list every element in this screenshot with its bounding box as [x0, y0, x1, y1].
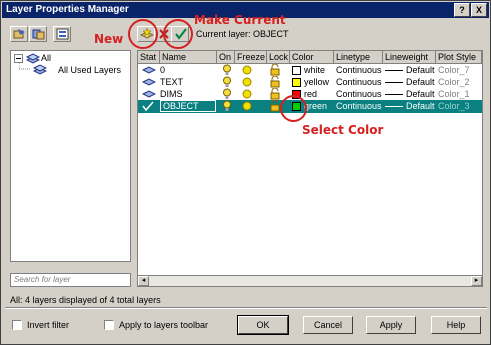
column-header-status[interactable]: Stat — [138, 51, 160, 64]
scroll-right-icon[interactable]: ▸ — [471, 276, 482, 286]
new-filter-button[interactable] — [10, 26, 28, 42]
lineweight-sample — [385, 82, 403, 84]
annotation-new: New — [94, 32, 124, 46]
layer-name-text: TEXT — [160, 77, 184, 87]
scroll-left-icon[interactable]: ◂ — [138, 276, 149, 286]
layer-filter-icon — [13, 29, 25, 39]
current-layer-label: Current layer: OBJECT — [196, 29, 289, 39]
invert-filter-checkbox[interactable] — [12, 320, 22, 330]
highlight-circle-current — [163, 19, 193, 49]
tree-item-used-layers[interactable]: All Used Layers — [58, 65, 121, 75]
column-header-name[interactable]: Name — [160, 51, 217, 64]
lineweight-text: Default — [406, 77, 435, 87]
ok-button[interactable]: OK — [237, 315, 289, 335]
lineweight-cell[interactable]: Default — [385, 100, 435, 113]
apply-to-toolbar-label: Apply to layers toolbar — [119, 320, 209, 330]
layer-name[interactable]: OBJECT — [160, 100, 216, 113]
current-layer-icon — [142, 100, 154, 113]
layer-name-text: 0 — [160, 65, 166, 75]
lineweight-sample — [385, 106, 403, 108]
color-swatch-box — [292, 66, 301, 76]
help-button[interactable]: Help — [431, 316, 481, 334]
horizontal-scrollbar[interactable]: ◂ ▸ — [137, 275, 483, 287]
new-group-filter-button[interactable] — [29, 26, 47, 42]
lineweight-text: Default — [406, 65, 435, 75]
lineweight-text: Default — [406, 101, 435, 111]
column-header-lineweight[interactable]: Lineweight — [383, 51, 436, 64]
column-header-on[interactable]: On — [217, 51, 235, 64]
layer-list: Stat Name On Freeze Lock Color Linetype … — [137, 50, 483, 286]
lineweight-text: Default — [406, 89, 435, 99]
layer-name-text: OBJECT — [160, 100, 216, 112]
collapse-icon[interactable] — [14, 54, 23, 63]
color-name: red — [304, 89, 318, 99]
help-title-button[interactable]: ? — [454, 3, 470, 17]
highlight-circle-new — [128, 19, 158, 49]
cancel-button[interactable]: Cancel — [303, 316, 353, 334]
lineweight-sample — [385, 70, 403, 72]
column-header-freeze[interactable]: Freeze — [235, 51, 267, 64]
divider — [5, 307, 487, 309]
column-header-color[interactable]: Color — [290, 51, 334, 64]
tree-item-all[interactable]: All — [41, 53, 51, 63]
apply-to-toolbar-checkbox[interactable] — [104, 320, 114, 330]
plot-style-cell: Color_3 — [438, 101, 470, 111]
lineweight-sample — [385, 94, 403, 96]
annotation-make-current: Make Current — [194, 13, 286, 27]
layer-states-button[interactable] — [53, 26, 71, 42]
table-row[interactable]: OBJECT green Continuous Default Color_3 — [138, 100, 482, 113]
color-name: yellow — [304, 77, 330, 87]
layer-states-icon — [56, 28, 69, 40]
close-button[interactable]: X — [471, 3, 487, 17]
search-layer-input[interactable]: Search for layer — [10, 273, 131, 287]
window-title: Layer Properties Manager — [6, 4, 129, 15]
highlight-circle-color — [280, 95, 307, 122]
column-header-lock[interactable]: Lock — [267, 51, 290, 64]
annotation-select-color: Select Color — [302, 123, 384, 137]
group-filter-icon — [32, 29, 45, 40]
lightbulb-icon[interactable] — [222, 100, 232, 113]
layer-filter-icon — [33, 64, 47, 75]
layer-properties-dialog: Layer Properties Manager ? X Current lay… — [0, 0, 491, 345]
column-header-plot-style[interactable]: Plot Style — [436, 51, 482, 64]
column-header-linetype[interactable]: Linetype — [334, 51, 383, 64]
sun-icon[interactable] — [241, 100, 253, 113]
color-name: white — [304, 65, 326, 75]
status-text: All: 4 layers displayed of 4 total layer… — [10, 295, 161, 305]
apply-button[interactable]: Apply — [366, 316, 416, 334]
layer-name-text: DIMS — [160, 89, 183, 99]
invert-filter-label: Invert filter — [27, 320, 70, 330]
linetype-cell[interactable]: Continuous — [336, 100, 382, 113]
color-name: green — [304, 101, 328, 111]
filter-tree: All All Used Layers — [10, 50, 131, 262]
color-swatch-box — [292, 78, 301, 88]
